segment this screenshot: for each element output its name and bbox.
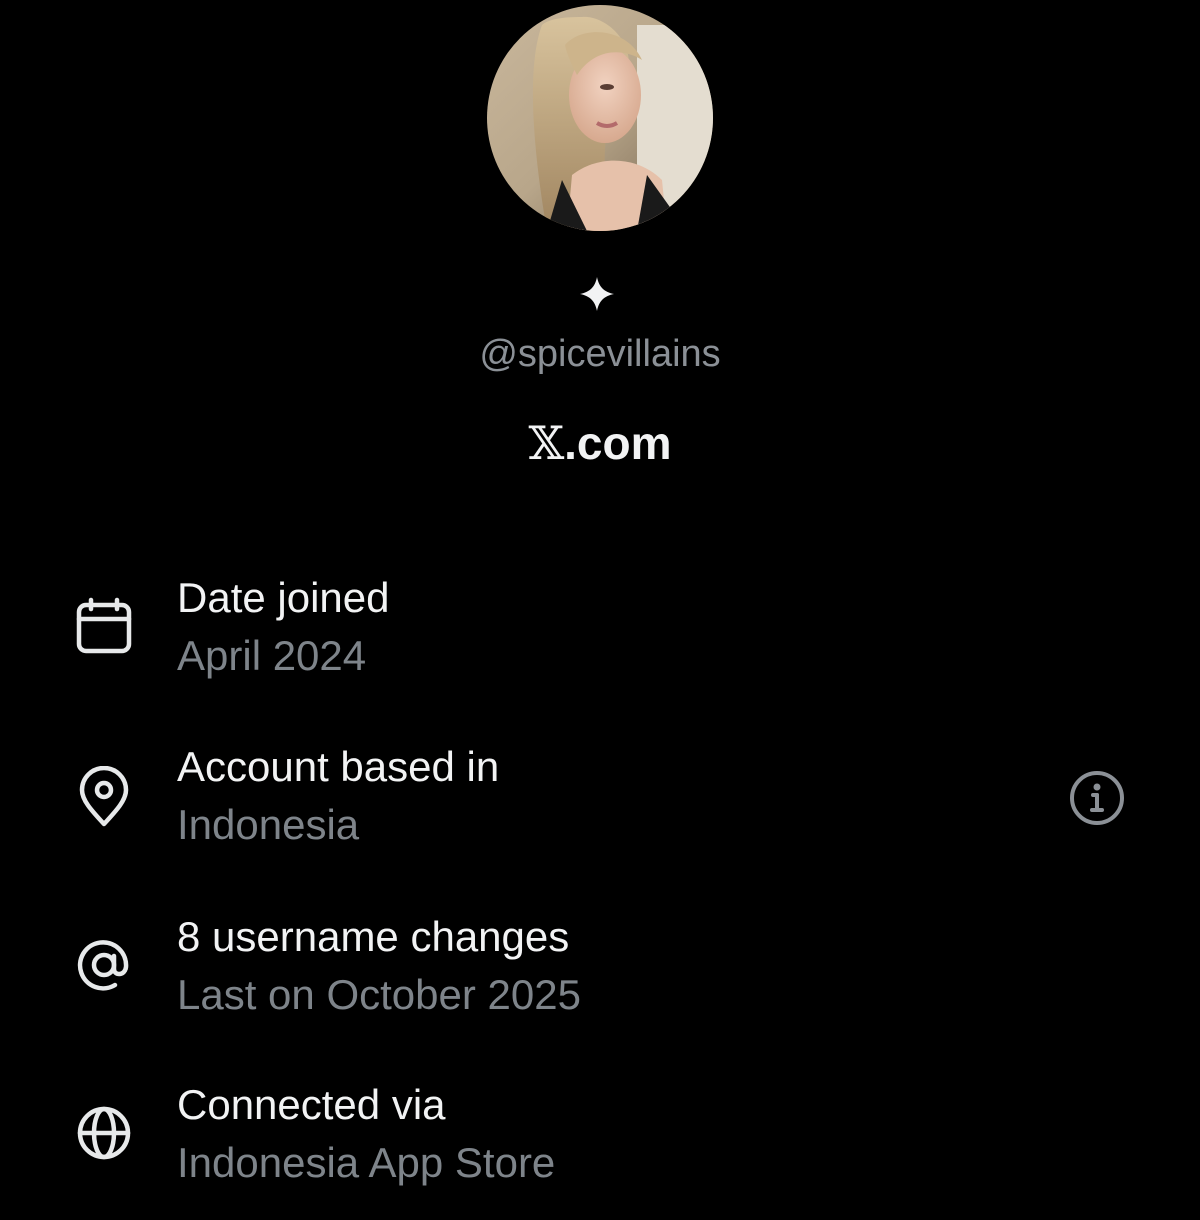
- detail-row-connected-via: Connected via Indonesia App Store: [0, 1080, 1200, 1220]
- x-logo-glyph: 𝕏: [528, 416, 565, 470]
- detail-row-date-joined: Date joined April 2024: [0, 573, 1200, 713]
- detail-title: Account based in: [177, 743, 500, 790]
- calendar-icon: [73, 597, 135, 659]
- at-sign-icon: [73, 934, 135, 996]
- profile-handle: @spicevillains: [479, 333, 721, 375]
- detail-row-account-based-in: Account based in Indonesia: [0, 742, 1200, 882]
- detail-value: Last on October 2025: [177, 971, 581, 1018]
- detail-row-username-changes: 8 username changes Last on October 2025: [0, 912, 1200, 1052]
- detail-title: Connected via: [177, 1081, 446, 1128]
- site-suffix: .com: [564, 417, 672, 469]
- sparkle-icon: [578, 275, 616, 313]
- detail-title: 8 username changes: [177, 913, 570, 960]
- detail-title: Date joined: [177, 574, 390, 621]
- profile-avatar[interactable]: [487, 5, 713, 231]
- detail-value: Indonesia: [177, 801, 360, 848]
- location-pin-icon: [73, 766, 135, 828]
- globe-icon: [73, 1102, 135, 1164]
- detail-value: Indonesia App Store: [177, 1139, 556, 1186]
- info-button[interactable]: [1067, 768, 1127, 828]
- detail-value: April 2024: [177, 632, 367, 679]
- site-label: 𝕏.com: [0, 418, 1200, 468]
